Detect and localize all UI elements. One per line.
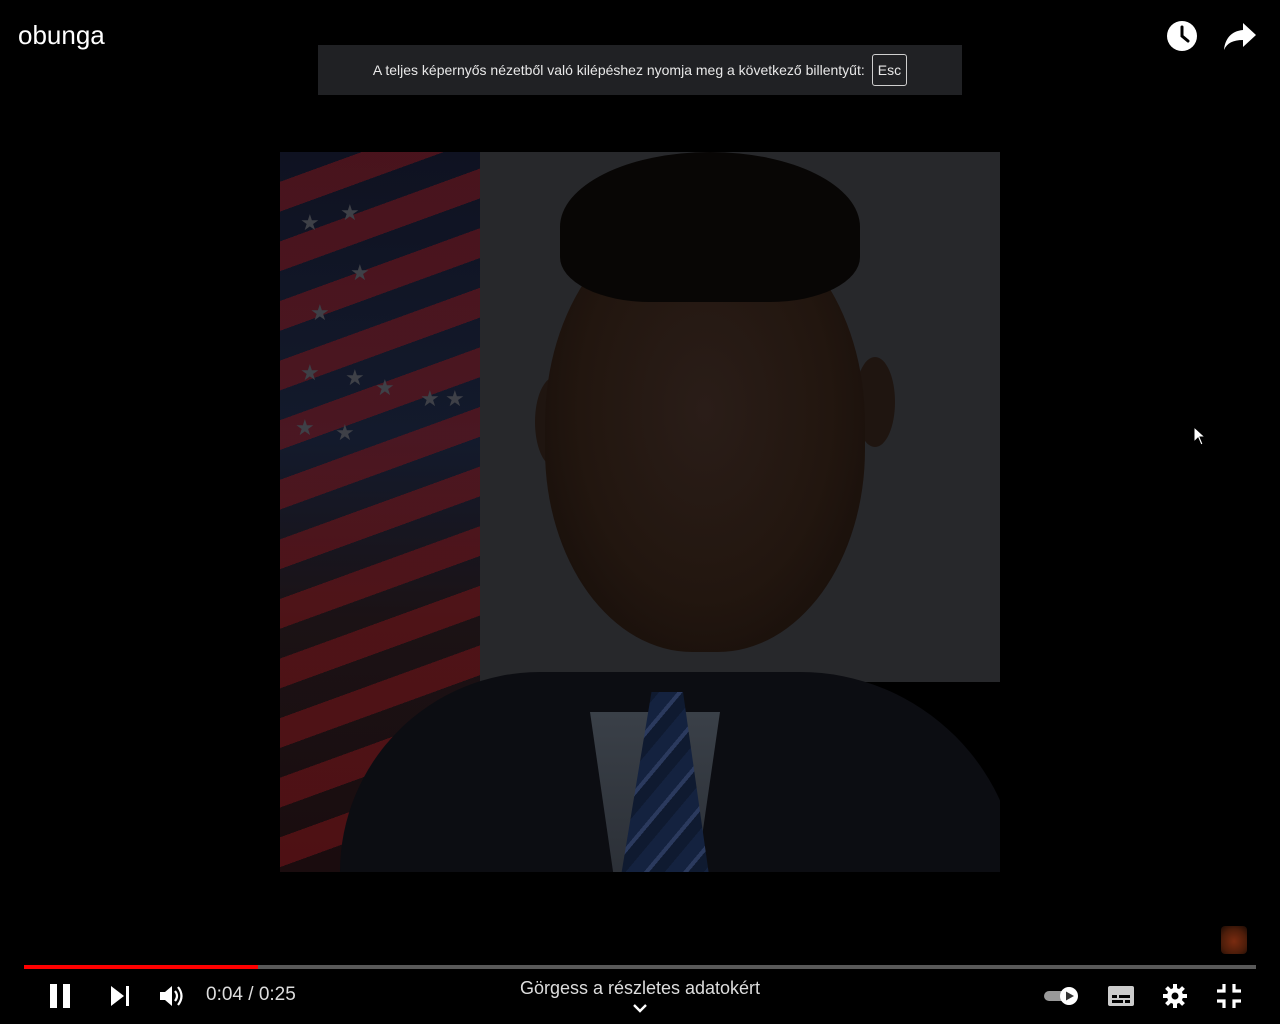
video-player[interactable]: ★ ★ ★ ★ ★ ★ ★ ★ ★ ★ ★ <box>280 152 1000 872</box>
share-arrow-icon <box>1224 23 1256 50</box>
exit-fullscreen-button[interactable] <box>1208 972 1250 1020</box>
flag-star: ★ <box>300 210 320 235</box>
pause-icon <box>50 984 70 1008</box>
autoplay-toggle-icon <box>1044 987 1078 1005</box>
fullscreen-exit-notice: A teljes képernyős nézetből való kilépés… <box>318 45 962 95</box>
flag-star: ★ <box>420 386 440 411</box>
flag-star: ★ <box>300 360 320 385</box>
time-display: 0:04 / 0:25 <box>206 984 296 1005</box>
video-title[interactable]: obunga <box>18 20 105 51</box>
clock-icon <box>1167 21 1197 51</box>
next-video-button[interactable] <box>100 972 140 1020</box>
flag-star: ★ <box>350 260 370 285</box>
flag-star: ★ <box>340 200 360 225</box>
fullscreen-notice-text: A teljes képernyős nézetből való kilépés… <box>372 62 865 78</box>
volume-icon <box>160 986 183 1006</box>
flag-star: ★ <box>445 386 465 411</box>
top-actions <box>1164 18 1258 54</box>
settings-button[interactable] <box>1154 972 1196 1020</box>
subtitles-button[interactable] <box>1100 972 1142 1020</box>
chevron-down-icon[interactable] <box>630 1002 650 1014</box>
pause-button[interactable] <box>40 972 80 1020</box>
progress-bar[interactable] <box>24 965 1256 969</box>
gear-icon <box>1163 984 1187 1008</box>
esc-key-badge: Esc <box>871 54 908 86</box>
subtitles-icon <box>1108 986 1134 1006</box>
flag-star: ★ <box>335 420 355 445</box>
scroll-for-details-hint[interactable]: Görgess a részletes adatokért <box>440 978 840 999</box>
exit-fullscreen-icon <box>1217 984 1241 1008</box>
flag-star: ★ <box>345 365 365 390</box>
mouse-cursor-icon <box>1193 426 1207 446</box>
flag-star: ★ <box>310 300 330 325</box>
autoplay-toggle[interactable] <box>1040 972 1082 1020</box>
flag-star: ★ <box>375 375 395 400</box>
share-button[interactable] <box>1222 18 1258 54</box>
channel-watermark-avatar[interactable] <box>1221 926 1247 954</box>
flag-star: ★ <box>295 415 315 440</box>
progress-played <box>24 965 259 969</box>
portrait-hair <box>560 152 860 302</box>
player-controls: 0:04 / 0:25 Görgess a részletes adatokér… <box>0 972 1280 1024</box>
watch-later-button[interactable] <box>1164 18 1200 54</box>
mute-button[interactable] <box>152 972 192 1020</box>
next-icon <box>111 986 129 1006</box>
